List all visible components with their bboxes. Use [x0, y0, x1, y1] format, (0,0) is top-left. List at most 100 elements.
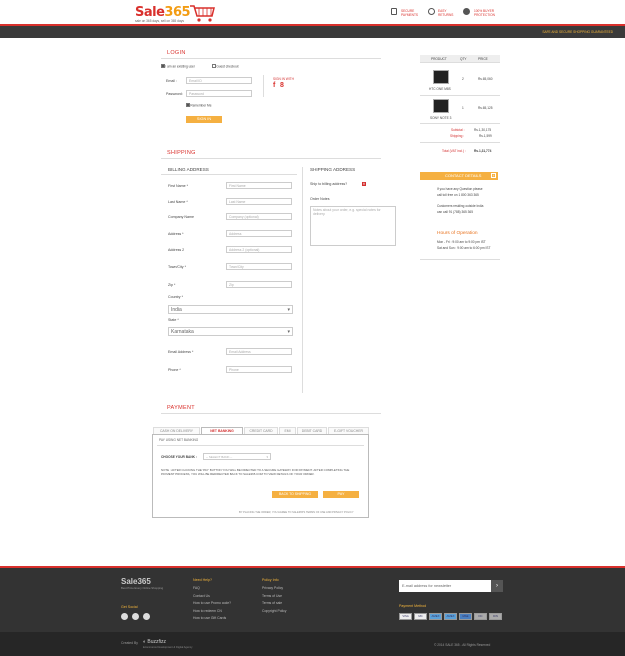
- footer-link[interactable]: Terms of Use: [262, 593, 287, 601]
- contact-divider: [420, 259, 500, 260]
- order-col-product: PRODUCT: [431, 57, 447, 61]
- twitter-icon[interactable]: [132, 613, 139, 620]
- subtotal-value: Rs.1,30,175: [474, 128, 492, 132]
- guest-checkout-option[interactable]: Guest checkout: [212, 64, 239, 69]
- ship-to-billing-checkbox[interactable]: ✕: [362, 182, 366, 186]
- order-notes-label: Order Notes: [310, 197, 330, 201]
- remember-me-option[interactable]: Remember Me: [186, 103, 211, 108]
- login-vertical-divider: [263, 75, 264, 97]
- copyright-text: © 2014 SALE 365 - All Rights Reserved: [434, 643, 491, 647]
- footer-link[interactable]: Contact Us: [193, 593, 231, 601]
- address-field[interactable]: Address: [226, 230, 292, 237]
- login-password-label: Password:: [166, 92, 183, 96]
- footer-link[interactable]: How to redeem CN: [193, 608, 231, 616]
- trust-secure: SECURE PAYMENTS: [401, 9, 419, 17]
- billing-divider: [161, 174, 297, 175]
- guest-checkbox[interactable]: [212, 64, 216, 68]
- zip-field[interactable]: Zip: [226, 281, 292, 288]
- shipping-divider: [161, 158, 381, 159]
- billing-title: BILLING ADDRESS: [168, 167, 209, 172]
- login-password-field[interactable]: Password: [186, 90, 252, 97]
- shield-icon: [463, 8, 470, 15]
- product-image[interactable]: [433, 99, 449, 113]
- newsletter-submit-button[interactable]: ›: [491, 580, 503, 592]
- tab-cash-on-delivery[interactable]: CASH ON DELIVERY: [153, 427, 200, 434]
- order-row-divider: [420, 95, 500, 96]
- site-logo[interactable]: Sale365: [135, 5, 191, 20]
- product-name[interactable]: SONY NOTE 3: [430, 116, 451, 120]
- secure-strip-text: SAFE AND SECURE SHOPPING GUARANTEED: [542, 30, 613, 34]
- chevron-down-icon: ▾: [287, 329, 290, 335]
- pay-button[interactable]: PAY: [323, 491, 359, 498]
- order-col-price: PRICE: [478, 57, 488, 61]
- facebook-icon[interactable]: [121, 613, 128, 620]
- state-select[interactable]: Karnataka ▾: [168, 327, 293, 336]
- tab-debit-card[interactable]: DEBIT CARD: [297, 427, 327, 434]
- newsletter-input[interactable]: E-mail address for newsletter: [399, 580, 491, 592]
- facebook-icon[interactable]: f: [273, 82, 275, 89]
- sign-in-button[interactable]: SIGN IN: [186, 116, 222, 123]
- tab-e-gift-voucher[interactable]: E-GIFT VOUCHER: [328, 427, 369, 434]
- product-qty: 1: [462, 106, 464, 110]
- state-label: State *: [168, 318, 179, 322]
- first-name-label: First Name *: [168, 184, 188, 188]
- footer-link[interactable]: How to use Promo code?: [193, 600, 231, 608]
- chevron-down-icon: ▾: [266, 455, 268, 459]
- mastercard-icon: MC: [414, 613, 427, 620]
- contact-text: If you have any Question please call toll…: [437, 187, 484, 214]
- ship-to-billing-label: Ship to billing address?: [310, 182, 348, 186]
- amex-icon: AMEX: [444, 613, 457, 620]
- net-banking-heading: PAY USING NET BANKING: [159, 438, 199, 442]
- product-price: Rs.65,060: [478, 77, 493, 81]
- company-field[interactable]: Company (optional): [226, 213, 292, 220]
- shipping-title: SHIPPING: [167, 150, 196, 156]
- get-social-title: Get Social: [121, 605, 138, 609]
- remember-checkbox[interactable]: [186, 103, 190, 107]
- phone-label: Phone *: [168, 368, 181, 372]
- login-email-field[interactable]: Email ID: [186, 77, 252, 84]
- total-value: Rs.1,31,774: [474, 149, 492, 153]
- login-divider: [161, 58, 381, 59]
- existing-user-option[interactable]: I am an existing user: [161, 64, 195, 69]
- need-help-title: Need Help?: [193, 578, 212, 582]
- product-qty: 2: [462, 77, 464, 81]
- google-plus-icon[interactable]: 8: [280, 82, 284, 89]
- lock-icon: [391, 8, 397, 15]
- shipping-vertical-divider: [302, 167, 303, 393]
- footer-link[interactable]: Terms of sale: [262, 600, 287, 608]
- tab-emi[interactable]: EMI: [279, 427, 296, 434]
- phone-field[interactable]: Phone: [226, 366, 292, 373]
- tab-net-banking[interactable]: NET BANKING: [201, 427, 243, 434]
- footer-logo[interactable]: Sale365: [121, 577, 151, 586]
- footer-link[interactable]: FAQ: [193, 585, 231, 593]
- footer-link[interactable]: How to use Gift Cards: [193, 615, 231, 623]
- email-address-field[interactable]: Email Address: [226, 348, 292, 355]
- social-signin-label: SIGN IN WITH: [273, 77, 294, 81]
- back-to-shipping-button[interactable]: BACK TO SHIPPING: [272, 491, 318, 498]
- contact-details-header: CONTACT DETAILS +: [420, 172, 498, 180]
- trust-returns: EASY RETURNS: [438, 9, 454, 17]
- product-name[interactable]: HTC ONE M8S: [429, 87, 451, 91]
- order-col-qty: QTY: [460, 57, 467, 61]
- total-divider: [420, 142, 500, 143]
- returns-icon: [428, 8, 435, 15]
- product-image[interactable]: [433, 70, 449, 84]
- existing-user-checkbox[interactable]: [161, 64, 165, 68]
- country-label: Country *: [168, 295, 183, 299]
- last-name-field[interactable]: Last Name: [226, 198, 292, 205]
- city-field[interactable]: Town/City: [226, 263, 292, 270]
- bank-select[interactable]: -- SELECT BANK -- ▾: [203, 453, 271, 460]
- first-name-field[interactable]: First Name: [226, 182, 292, 189]
- payment-divider: [161, 413, 381, 414]
- rss-icon[interactable]: [143, 613, 150, 620]
- tab-credit-card[interactable]: CREDIT CARD: [244, 427, 278, 434]
- expand-icon[interactable]: +: [491, 173, 496, 178]
- policy-info-title: Policy Info: [262, 578, 279, 582]
- creator-logo[interactable]: ◐ Buzzfizz: [143, 639, 166, 645]
- address2-field[interactable]: Address 2 (optional): [226, 246, 292, 253]
- footer-link[interactable]: Privacy Policy: [262, 585, 287, 593]
- footer-link[interactable]: Copyright Policy: [262, 608, 287, 616]
- order-notes-textarea[interactable]: Notes about your order, e.g. special not…: [310, 206, 396, 246]
- cart-logo-icon: [190, 5, 215, 22]
- country-select[interactable]: India ▾: [168, 305, 293, 314]
